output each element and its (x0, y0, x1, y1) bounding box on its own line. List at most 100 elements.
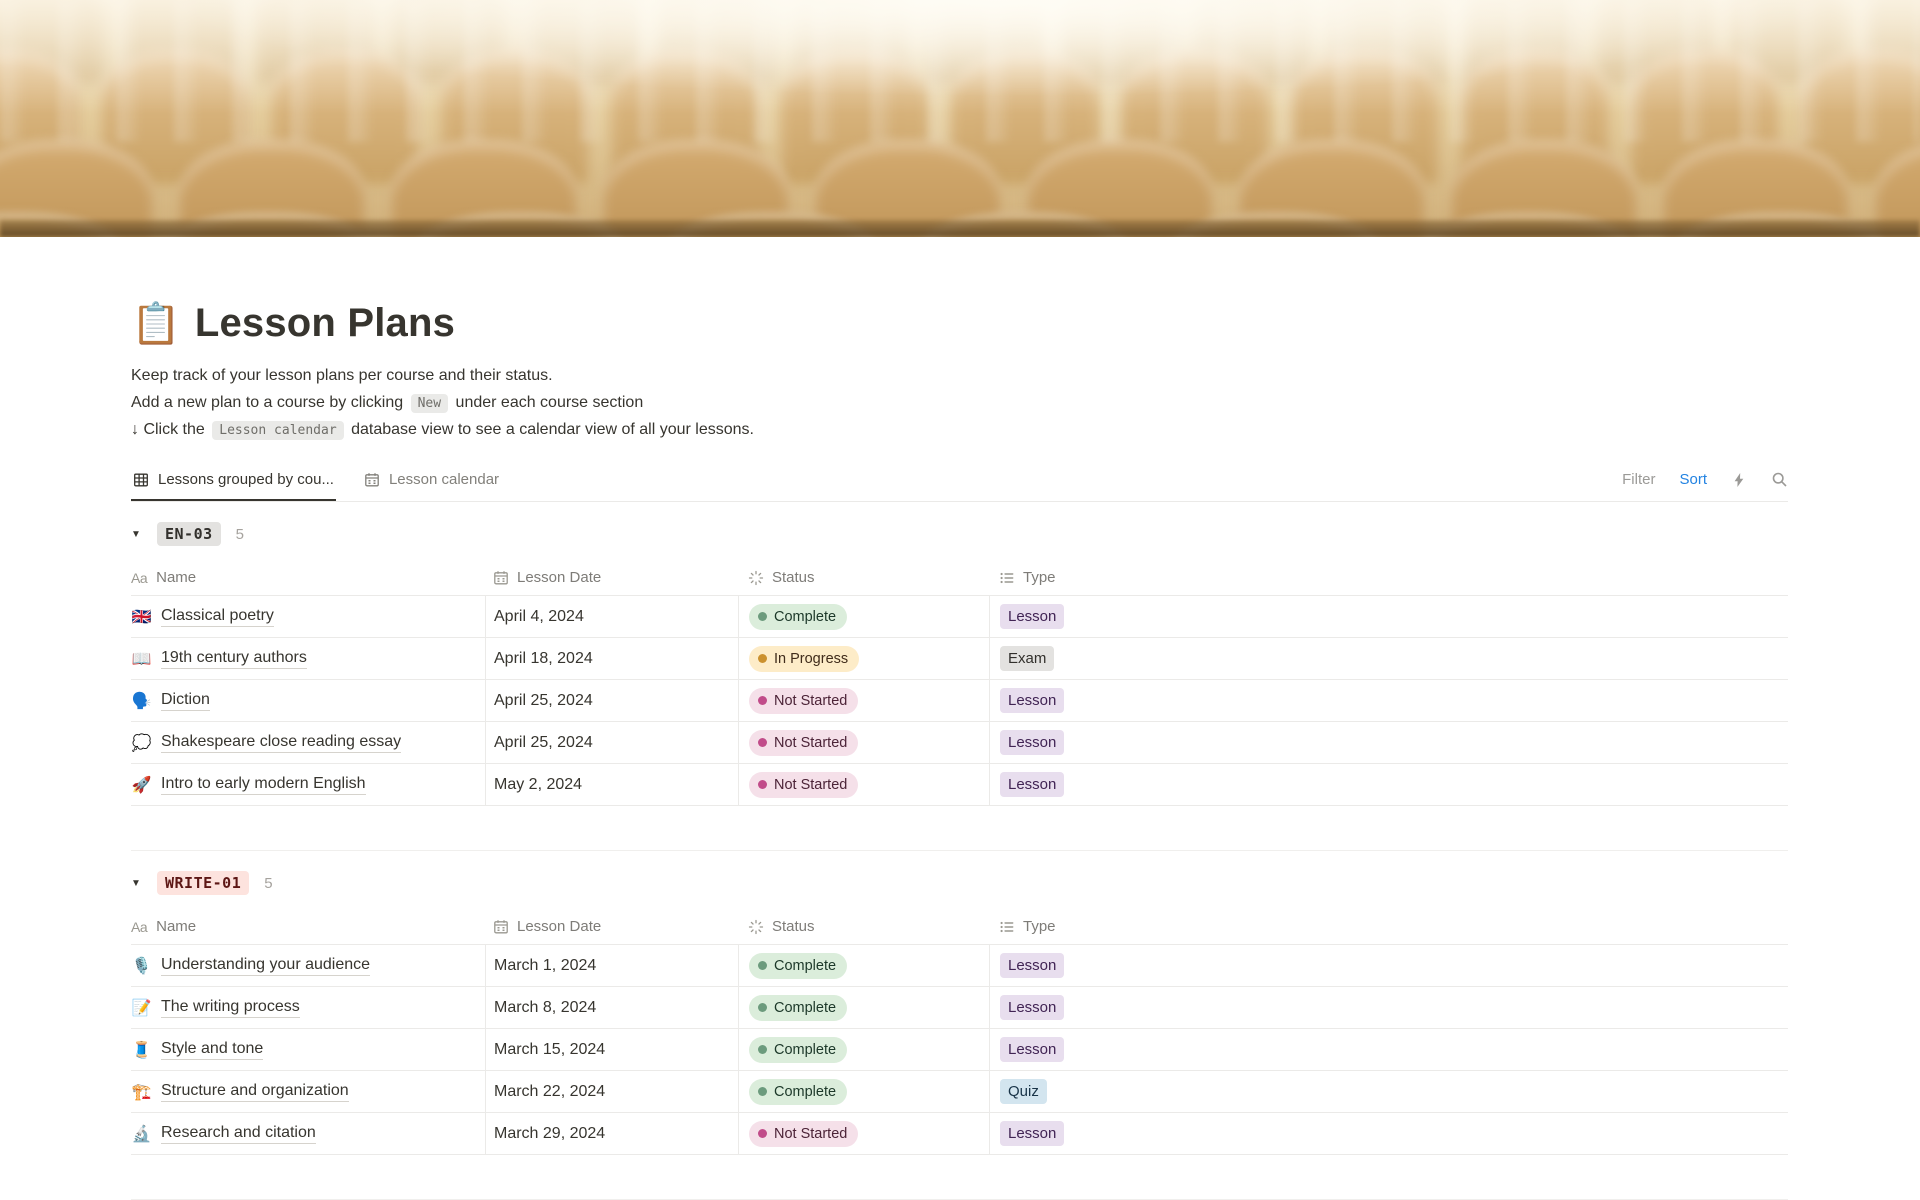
table-row[interactable]: 🇬🇧 Classical poetry April 4, 2024 Comple… (131, 596, 1788, 638)
description-line: ↓ Click the Lesson calendar database vie… (131, 416, 1788, 443)
row-name[interactable]: The writing process (161, 998, 300, 1018)
row-name[interactable]: Research and citation (161, 1124, 316, 1144)
row-date[interactable]: March 1, 2024 (494, 957, 596, 975)
row-date[interactable]: April 18, 2024 (494, 650, 593, 668)
row-date[interactable]: April 4, 2024 (494, 608, 584, 626)
status-icon (748, 570, 764, 586)
status-dot-icon (758, 780, 767, 789)
column-header-lesson-date[interactable]: Lesson Date (485, 560, 738, 595)
row-name[interactable]: 19th century authors (161, 649, 307, 669)
view-tab-lesson-calendar[interactable]: Lesson calendar (362, 471, 501, 501)
type-badge[interactable]: Quiz (1000, 1079, 1047, 1104)
row-emoji: 🗣️ (131, 692, 152, 710)
group-badge[interactable]: WRITE-01 (157, 871, 250, 895)
row-name[interactable]: Intro to early modern English (161, 775, 366, 795)
column-header-status[interactable]: Status (738, 560, 989, 595)
cover-haze (0, 0, 1920, 237)
status-badge[interactable]: Complete (749, 1078, 848, 1105)
row-emoji: 📝 (131, 999, 152, 1017)
status-badge[interactable]: In Progress (749, 645, 860, 672)
page-title: Lesson Plans (194, 301, 456, 345)
row-date[interactable]: March 22, 2024 (494, 1083, 605, 1101)
row-date[interactable]: April 25, 2024 (494, 692, 593, 710)
table-row[interactable]: 🚀 Intro to early modern English May 2, 2… (131, 764, 1788, 806)
row-emoji: 🏗️ (131, 1083, 152, 1101)
grouped-table: ▼ EN-03 5 Aa Name Lesson Date Status Typ… (131, 520, 1788, 1200)
row-date[interactable]: May 2, 2024 (494, 776, 582, 794)
status-dot-icon (758, 654, 767, 663)
course-group: ▼ EN-03 5 Aa Name Lesson Date Status Typ… (131, 520, 1788, 851)
column-header-name[interactable]: Aa Name (131, 560, 485, 595)
table-row[interactable]: 🧵 Style and tone March 15, 2024 Complete… (131, 1029, 1788, 1071)
status-badge[interactable]: Complete (749, 952, 848, 979)
page-icon[interactable]: 📋 (131, 304, 181, 344)
group-badge[interactable]: EN-03 (157, 522, 221, 546)
table-row[interactable]: 💭 Shakespeare close reading essay April … (131, 722, 1788, 764)
sort-button[interactable]: Sort (1679, 471, 1707, 488)
type-badge[interactable]: Lesson (1000, 604, 1065, 629)
page-content: 📋 Lesson Plans Keep track of your lesson… (0, 301, 1920, 1200)
status-dot-icon (758, 1087, 767, 1096)
type-badge[interactable]: Lesson (1000, 953, 1065, 978)
toolbar-controls: Filter Sort (1622, 471, 1788, 501)
description-line: Keep track of your lesson plans per cour… (131, 362, 1788, 389)
status-badge[interactable]: Not Started (749, 687, 859, 714)
column-header-name[interactable]: Aa Name (131, 909, 485, 944)
description-text: Add a new plan to a course by clicking (131, 394, 404, 411)
column-header-type[interactable]: Type (989, 909, 1788, 944)
row-name[interactable]: Structure and organization (161, 1082, 349, 1102)
type-badge[interactable]: Lesson (1000, 688, 1065, 713)
table-row[interactable]: 🗣️ Diction April 25, 2024 Not Started Le… (131, 680, 1788, 722)
status-dot-icon (758, 612, 767, 621)
table-row[interactable]: 📖 19th century authors April 18, 2024 In… (131, 638, 1788, 680)
row-date[interactable]: April 25, 2024 (494, 734, 593, 752)
table-row[interactable]: 📝 The writing process March 8, 2024 Comp… (131, 987, 1788, 1029)
row-name[interactable]: Diction (161, 691, 210, 711)
page-description: Keep track of your lesson plans per cour… (131, 362, 1788, 443)
list-icon (999, 570, 1015, 586)
row-name[interactable]: Understanding your audience (161, 956, 371, 976)
type-badge[interactable]: Lesson (1000, 995, 1065, 1020)
table-icon (133, 472, 149, 488)
column-header-type[interactable]: Type (989, 560, 1788, 595)
type-badge[interactable]: Lesson (1000, 1037, 1065, 1062)
row-name[interactable]: Classical poetry (161, 607, 274, 627)
filter-button[interactable]: Filter (1622, 471, 1655, 488)
group-toggle-icon[interactable]: ▼ (131, 878, 157, 889)
search-icon[interactable] (1771, 471, 1788, 488)
group-toggle-icon[interactable]: ▼ (131, 529, 157, 540)
view-tabs: Lessons grouped by cou... Lesson calenda… (131, 471, 527, 501)
row-name[interactable]: Style and tone (161, 1040, 264, 1060)
status-dot-icon (758, 1129, 767, 1138)
inline-code-chip: Lesson calendar (212, 421, 344, 440)
type-badge[interactable]: Lesson (1000, 772, 1065, 797)
group-footer (131, 806, 1788, 851)
description-text: ↓ Click the (131, 421, 205, 438)
table-header: Aa Name Lesson Date Status Type (131, 909, 1788, 945)
row-date[interactable]: March 8, 2024 (494, 999, 596, 1017)
status-badge[interactable]: Complete (749, 1036, 848, 1063)
status-badge[interactable]: Not Started (749, 771, 859, 798)
column-header-status[interactable]: Status (738, 909, 989, 944)
row-name[interactable]: Shakespeare close reading essay (161, 733, 402, 753)
status-dot-icon (758, 696, 767, 705)
status-badge[interactable]: Not Started (749, 729, 859, 756)
type-badge[interactable]: Lesson (1000, 730, 1065, 755)
row-date[interactable]: March 29, 2024 (494, 1125, 605, 1143)
status-badge[interactable]: Not Started (749, 1120, 859, 1147)
column-header-lesson-date[interactable]: Lesson Date (485, 909, 738, 944)
row-emoji: 🇬🇧 (131, 608, 152, 626)
type-badge[interactable]: Exam (1000, 646, 1055, 671)
group-footer (131, 1155, 1788, 1200)
status-badge[interactable]: Complete (749, 603, 848, 630)
table-row[interactable]: 🎙️ Understanding your audience March 1, … (131, 945, 1788, 987)
list-icon (999, 919, 1015, 935)
status-badge[interactable]: Complete (749, 994, 848, 1021)
type-badge[interactable]: Lesson (1000, 1121, 1065, 1146)
row-date[interactable]: March 15, 2024 (494, 1041, 605, 1059)
view-tab-lessons-grouped-by-cou[interactable]: Lessons grouped by cou... (131, 471, 336, 501)
lightning-icon[interactable] (1731, 472, 1747, 488)
table-row[interactable]: 🏗️ Structure and organization March 22, … (131, 1071, 1788, 1113)
status-dot-icon (758, 961, 767, 970)
table-row[interactable]: 🔬 Research and citation March 29, 2024 N… (131, 1113, 1788, 1155)
